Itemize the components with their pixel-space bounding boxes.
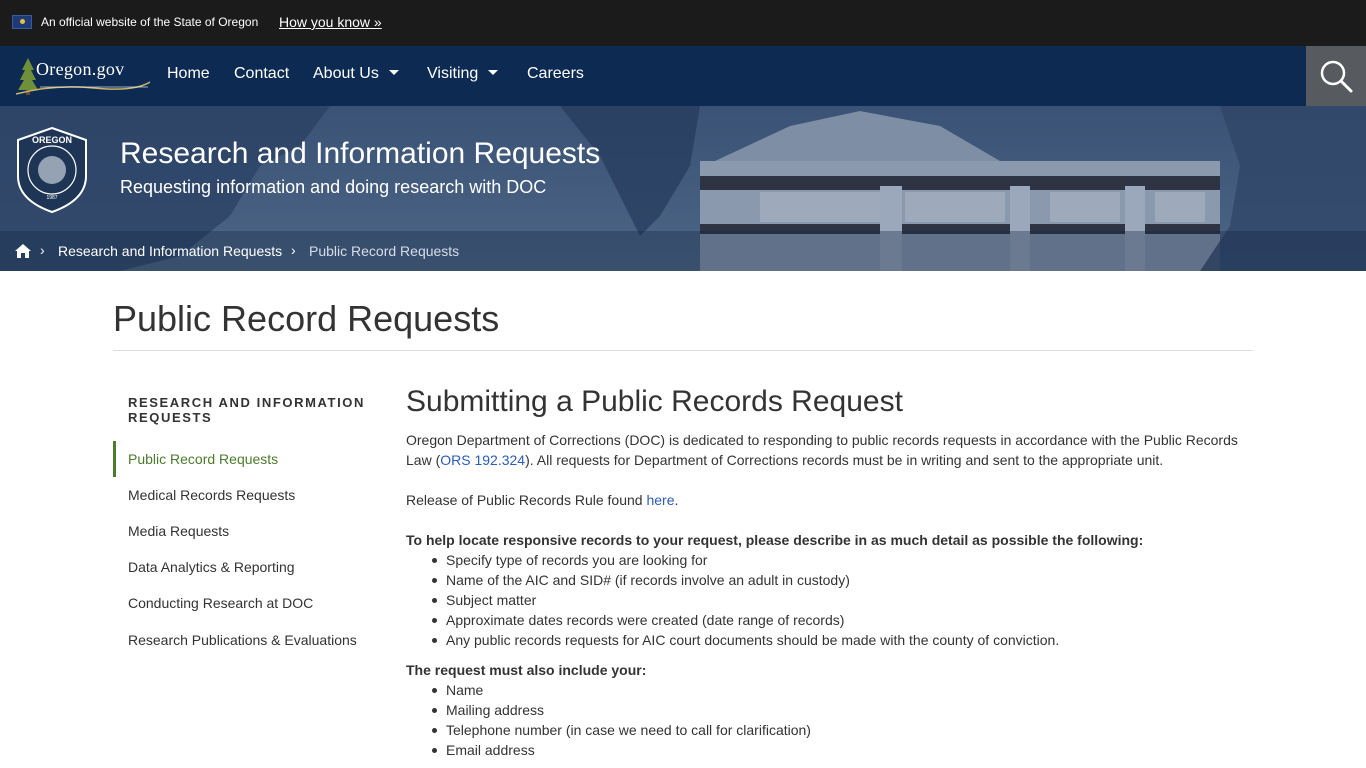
hero-subtitle: Requesting information and doing researc… — [120, 177, 547, 197]
list-item: Name of the AIC and SID# (if records inv… — [432, 572, 850, 588]
rule-text: Release of Public Records Rule found — [406, 492, 647, 508]
list-item: Any public records requests for AIC cour… — [431, 632, 1060, 648]
breadcrumb-separator-icon: › — [291, 242, 296, 258]
sidebar-item-public-record-requests[interactable]: Public Record Requests — [128, 451, 278, 467]
nav-contact[interactable]: Contact — [234, 65, 289, 83]
sidebar-item-media-requests[interactable]: Media Requests — [128, 523, 229, 539]
list-item: Name — [431, 682, 484, 698]
sidebar-heading-line1: Research and Information — [128, 395, 366, 410]
sidebar-heading-line2: Requests — [128, 410, 213, 425]
doc-seal-icon: OREGON 1987 — [17, 126, 87, 214]
main-navigation: Oregon.gov Home Contact About Us Visitin… — [0, 46, 1366, 106]
breadcrumb-separator-icon: › — [40, 242, 45, 258]
list-item: Subject matter — [431, 592, 537, 608]
how-you-know-link[interactable]: How you know » — [279, 14, 382, 30]
intro-text-2: ). All requests for Department of Correc… — [525, 452, 1164, 468]
ors-link[interactable]: ORS 192.324 — [440, 452, 525, 468]
search-button[interactable] — [1306, 46, 1366, 106]
intro-paragraph: Oregon Department of Corrections (DOC) i… — [406, 430, 1256, 470]
list-item: Telephone number (in case we need to cal… — [432, 722, 811, 738]
list-item: Mailing address — [431, 702, 545, 718]
nav-home[interactable]: Home — [167, 65, 210, 83]
logo-text: Oregon.gov — [36, 59, 125, 79]
nav-careers[interactable]: Careers — [527, 65, 584, 83]
search-icon — [1320, 60, 1353, 93]
detail-heading: To help locate responsive records to you… — [406, 530, 1256, 550]
sidebar-active-indicator — [113, 441, 116, 477]
rule-paragraph: Release of Public Records Rule found her… — [406, 490, 1256, 510]
page-title: Public Record Requests — [113, 298, 500, 339]
nav-about-us[interactable]: About Us — [313, 65, 399, 83]
sidebar-item-research-publications[interactable]: Research Publications & Evaluations — [128, 632, 357, 648]
list-item: Approximate dates records were created (… — [431, 612, 845, 628]
sidebar-item-medical-records-requests[interactable]: Medical Records Requests — [128, 487, 295, 503]
nav-visiting-label: Visiting — [427, 65, 479, 82]
seal-year-text: 1987 — [46, 195, 57, 201]
include-heading-text: The request must also include your: — [406, 662, 647, 678]
section-heading: Submitting a Public Records Request — [406, 385, 903, 418]
breadcrumb-research-link[interactable]: Research and Information Requests — [58, 243, 282, 259]
nav-about-us-label: About Us — [313, 65, 379, 82]
include-heading: The request must also include your: — [406, 660, 1256, 680]
oregon-flag-icon — [12, 15, 32, 29]
sidebar-item-data-analytics[interactable]: Data Analytics & Reporting — [128, 559, 295, 575]
title-divider — [113, 350, 1253, 351]
sidebar-item-conducting-research[interactable]: Conducting Research at DOC — [128, 595, 313, 611]
seal-top-text: OREGON — [32, 135, 72, 145]
official-banner: An official website of the State of Oreg… — [0, 0, 1366, 46]
chevron-down-icon — [388, 70, 399, 76]
rule-period: . — [674, 492, 679, 508]
list-item: Email address — [432, 742, 535, 758]
hero-title: Research and Information Requests — [120, 137, 601, 170]
detail-heading-text: To help locate responsive records to you… — [406, 532, 1144, 548]
home-icon[interactable] — [14, 243, 32, 259]
oregon-gov-logo[interactable]: Oregon.gov — [10, 54, 151, 98]
chevron-down-icon — [488, 70, 499, 76]
nav-visiting[interactable]: Visiting — [427, 65, 499, 83]
rule-here-link[interactable]: here — [646, 492, 674, 508]
list-item: Specify type of records you are looking … — [431, 552, 708, 568]
breadcrumb-current: Public Record Requests — [309, 243, 460, 259]
official-website-text: An official website of the State of Oreg… — [41, 15, 259, 29]
sidebar-heading: Research and Information Requests — [128, 395, 378, 425]
